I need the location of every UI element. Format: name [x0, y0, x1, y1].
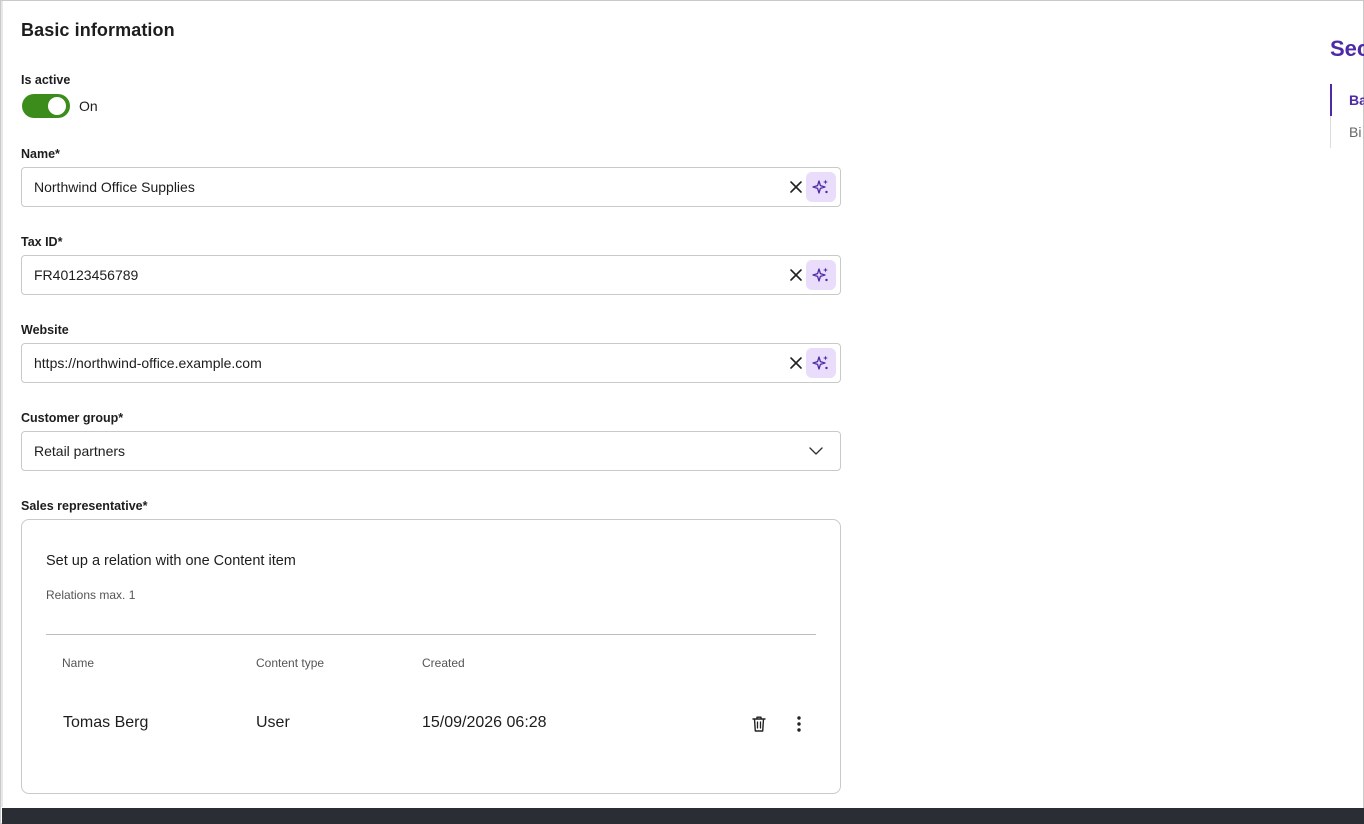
- section-title: Basic information: [21, 20, 175, 40]
- is-active-label: Is active: [21, 73, 71, 87]
- relation-title: Set up a relation with one Content item: [46, 553, 296, 569]
- is-active-toggle[interactable]: [22, 94, 70, 118]
- relation-limit: Relations max. 1: [46, 588, 136, 602]
- close-icon[interactable]: [786, 265, 806, 285]
- column-header-created: Created: [422, 656, 465, 670]
- toggle-state-text: On: [79, 98, 98, 114]
- column-header-name: Name: [62, 656, 95, 670]
- row-content-type: User: [256, 714, 290, 731]
- name-input[interactable]: Northwind Office Supplies: [21, 167, 841, 207]
- sparkle-icon[interactable]: [806, 260, 836, 290]
- row-name: Tomas Berg: [63, 714, 149, 731]
- kebab-menu-icon[interactable]: [787, 712, 811, 736]
- footer-bar: [2, 808, 1364, 824]
- toc-item-billing[interactable]: Bi: [1349, 124, 1361, 140]
- website-input[interactable]: https://northwind-office.example.com: [21, 343, 841, 383]
- close-icon[interactable]: [786, 177, 806, 197]
- toggle-knob: [48, 97, 66, 115]
- website-label: Website: [21, 323, 69, 337]
- name-value: Northwind Office Supplies: [34, 179, 195, 195]
- column-header-content-type: Content type: [256, 656, 325, 670]
- website-value: https://northwind-office.example.com: [34, 355, 262, 371]
- toc-title: Sec: [1330, 36, 1364, 61]
- sparkle-icon[interactable]: [806, 172, 836, 202]
- toc-item-basic-information[interactable]: Ba: [1349, 92, 1364, 108]
- close-icon[interactable]: [786, 353, 806, 373]
- sales-rep-label: Sales representative*: [21, 499, 148, 513]
- toc-active-indicator: [1330, 84, 1332, 116]
- tax-id-input[interactable]: FR40123456789: [21, 255, 841, 295]
- divider: [46, 634, 816, 635]
- row-created: 15/09/2026 06:28: [422, 714, 547, 731]
- customer-group-label: Customer group*: [21, 411, 124, 425]
- customer-group-value: Retail partners: [34, 443, 126, 459]
- relation-panel: Set up a relation with one Content item …: [21, 519, 841, 794]
- tax-id-value: FR40123456789: [34, 267, 139, 283]
- left-edge: [1, 1, 3, 807]
- customer-group-select[interactable]: Retail partners: [21, 431, 841, 471]
- tax-id-label: Tax ID*: [21, 235, 63, 249]
- trash-icon[interactable]: [747, 712, 771, 736]
- sparkle-icon[interactable]: [806, 348, 836, 378]
- name-label: Name*: [21, 147, 60, 161]
- chevron-down-icon: [808, 443, 824, 459]
